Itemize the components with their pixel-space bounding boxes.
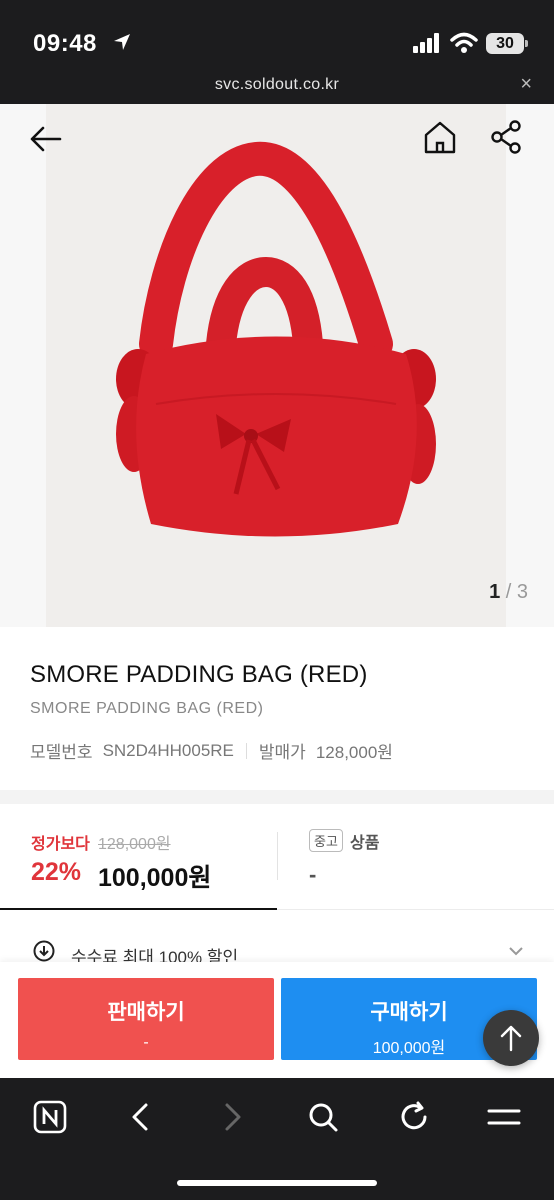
refresh-icon[interactable]: [394, 1097, 434, 1137]
download-circle-icon: [33, 940, 55, 962]
orig-price-label: 정가보다: [31, 836, 90, 853]
status-time: 09:48: [33, 30, 97, 57]
section-gap: [0, 790, 554, 804]
product-subtitle: SMORE PADDING BAG (RED): [30, 700, 264, 717]
chevron-left-icon[interactable]: [121, 1097, 161, 1137]
tab-new-price[interactable]: 정가보다 128,000원 22% 100,000원: [0, 804, 277, 911]
orig-price: 128,000원: [98, 836, 171, 853]
product-meta: 모델번호 SN2D4HH005RE 발매가 128,000원: [30, 738, 393, 763]
close-icon[interactable]: ×: [520, 73, 532, 96]
product-info: SMORE PADDING BAG (RED) SMORE PADDING BA…: [0, 627, 554, 790]
status-bar: 09:48 30: [0, 0, 554, 70]
naver-icon[interactable]: [30, 1097, 70, 1137]
used-badge: 중고: [309, 829, 343, 852]
price-tabs: 정가보다 128,000원 22% 100,000원 중고 상품 -: [0, 804, 554, 911]
image-counter: 1 / 3: [489, 581, 528, 604]
arrow-up-icon: [500, 1025, 522, 1052]
model-label: 모델번호: [30, 743, 93, 762]
bag-illustration: [116, 141, 436, 537]
home-indicator: [177, 1180, 377, 1186]
release-value: 128,000원: [315, 743, 393, 762]
model-value: SN2D4HH005RE: [102, 740, 234, 760]
scroll-top-button[interactable]: [483, 1010, 539, 1066]
used-label: 상품: [350, 835, 380, 852]
url-bar[interactable]: svc.soldout.co.kr ×: [0, 70, 554, 104]
image-counter-separator: /: [505, 581, 512, 603]
used-price: -: [309, 862, 317, 887]
share-icon[interactable]: [490, 119, 524, 155]
sell-button[interactable]: 판매하기 -: [18, 978, 274, 1060]
product-image-carousel[interactable]: 1 / 3: [0, 104, 554, 627]
sell-button-label: 판매하기: [107, 1001, 185, 1024]
discount-rate: 22%: [31, 858, 82, 886]
search-icon[interactable]: [303, 1097, 343, 1137]
tab-divider: [277, 832, 278, 880]
location-arrow-icon: [114, 34, 130, 50]
wifi-icon: [450, 32, 478, 53]
back-arrow-icon[interactable]: [28, 121, 64, 157]
url-text[interactable]: svc.soldout.co.kr: [0, 76, 554, 94]
product-photo: [46, 104, 506, 627]
sale-price: 100,000원: [98, 864, 212, 892]
signal-icon: [413, 33, 439, 53]
battery-indicator: 30: [486, 33, 528, 54]
action-bar: 판매하기 - 구매하기 100,000원: [0, 962, 554, 1078]
release-label: 발매가: [258, 743, 306, 762]
meta-divider: [245, 742, 247, 759]
menu-icon[interactable]: [484, 1097, 524, 1137]
fee-discount-row[interactable]: 수수료 최대 100% 할인: [0, 910, 554, 962]
sell-button-sub: -: [143, 1034, 149, 1051]
chevron-right-icon[interactable]: [212, 1097, 252, 1137]
product-title: SMORE PADDING BAG (RED): [30, 661, 368, 688]
fee-text: 수수료 최대 100% 할인: [71, 948, 239, 962]
home-icon[interactable]: [422, 119, 458, 155]
image-counter-current: 1: [489, 581, 501, 603]
image-counter-total: 3: [516, 581, 528, 603]
chevron-down-icon[interactable]: [508, 946, 524, 956]
